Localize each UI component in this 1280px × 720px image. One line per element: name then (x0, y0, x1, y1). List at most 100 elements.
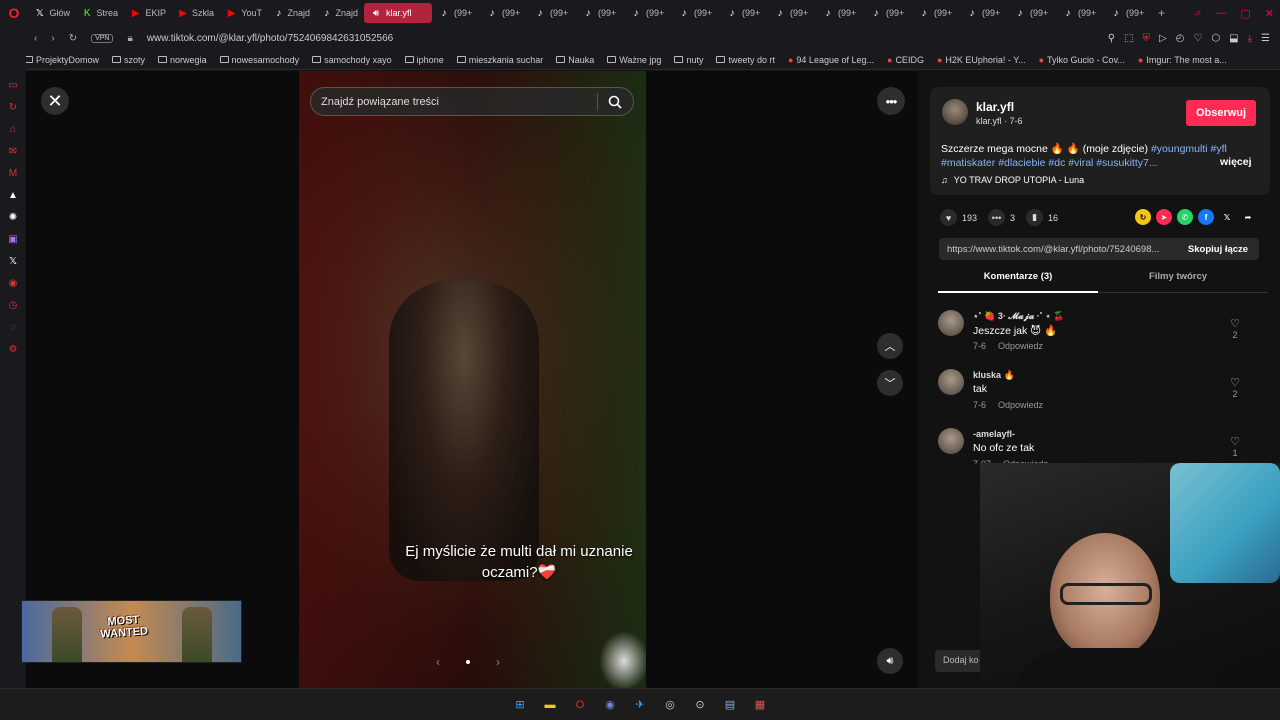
history-icon[interactable]: ↻ (6, 102, 20, 114)
tab-12[interactable]: ♪ (99+ (624, 3, 672, 23)
reply-button[interactable]: Odpowiedz (998, 400, 1043, 410)
minimize-button[interactable]: — (1215, 7, 1226, 19)
heart-icon[interactable]: ♡ (1193, 33, 1202, 44)
previous-post-button[interactable]: ︿ (877, 333, 903, 359)
app-icon[interactable]: ▦ (751, 696, 769, 714)
tab-22[interactable]: ♪ (99+ (1104, 3, 1152, 23)
file-explorer-icon[interactable]: ▬ (541, 696, 559, 714)
repost-icon[interactable]: ↻ (1135, 209, 1151, 225)
tab-creator-videos[interactable]: Filmy twórcy (1098, 271, 1258, 292)
carousel-prev-icon[interactable]: ‹ (436, 655, 440, 669)
back-icon[interactable]: ‹ (34, 33, 37, 44)
chatgpt-icon[interactable]: ✺ (6, 212, 20, 224)
hashtag-link[interactable]: #yfl (1211, 143, 1227, 155)
hashtag-link[interactable]: #dlaciebie (998, 157, 1045, 169)
pin-icon[interactable]: ⚲ (1108, 33, 1115, 44)
bookmark-item[interactable]: Ważne jpg (607, 55, 661, 65)
comment-like[interactable]: ♡ 2 (1227, 317, 1243, 340)
search-tabs-icon[interactable]: ⌕ (1195, 7, 1201, 20)
tab-6[interactable]: ♪ Znajd (316, 3, 364, 23)
tab-comments[interactable]: Komentarze (3) (938, 271, 1098, 293)
messenger-icon[interactable]: ✉ (6, 146, 20, 158)
tab-14[interactable]: ♪ (99+ (720, 3, 768, 23)
extensions-icon[interactable]: ⬡ (1211, 33, 1220, 44)
commenter-name[interactable]: kluska 🔥 (973, 370, 1015, 381)
menu-icon[interactable]: ☰ (1261, 33, 1270, 44)
next-post-button[interactable]: ﹀ (877, 370, 903, 396)
commenter-avatar[interactable] (938, 428, 964, 454)
tab-17[interactable]: ♪ (99+ (864, 3, 912, 23)
discord-icon[interactable]: ◉ (601, 696, 619, 714)
tab-1[interactable]: K Strea (76, 3, 124, 23)
whatsapp-icon[interactable]: ✆ (1177, 209, 1193, 225)
flow-icon[interactable]: ◴ (1176, 33, 1185, 44)
more-link[interactable]: więcej (1220, 156, 1252, 168)
bookmark-item[interactable]: Nauka (556, 55, 594, 65)
shield-icon[interactable]: ⛨ (1143, 33, 1151, 44)
hashtag-link[interactable]: #susukitty7... (1096, 157, 1157, 169)
bookmark-item[interactable]: tweety do rt (716, 55, 775, 65)
bookmark-item[interactable]: ● Imgur: The most a... (1138, 55, 1227, 65)
bookmark-item[interactable]: szoty (112, 55, 145, 65)
forward-icon[interactable]: › (51, 33, 54, 44)
share-arrow-icon[interactable]: ➦ (1240, 209, 1256, 225)
obs-icon[interactable]: ⊙ (691, 696, 709, 714)
tab-4[interactable]: ▶ YouT (220, 3, 268, 23)
carousel-next-icon[interactable]: › (496, 655, 500, 669)
bookmark-item[interactable]: iphone (404, 55, 444, 65)
commenter-avatar[interactable] (938, 369, 964, 395)
bookmark-item[interactable]: ● 94 League of Leg... (788, 55, 874, 65)
more-options-button[interactable]: ••• (877, 87, 905, 115)
comment-like[interactable]: ♡ 2 (1227, 376, 1243, 399)
tab-15[interactable]: ♪ (99+ (768, 3, 816, 23)
x-icon[interactable]: 𝕏 (6, 256, 20, 268)
commenter-avatar[interactable] (938, 310, 964, 336)
send-icon[interactable]: ➤ (1156, 209, 1172, 225)
reload-icon[interactable]: ↻ (69, 33, 77, 44)
bookmark-item[interactable]: nowesamochody (219, 55, 299, 65)
music-info[interactable]: ♫ YO TRAV DROP UTOPIA - Luna (941, 175, 1084, 185)
tab-2[interactable]: ▶ EKIP (124, 3, 172, 23)
download-icon[interactable]: ⤓ (1248, 33, 1252, 44)
carousel-dot[interactable] (466, 660, 470, 664)
twitch-icon[interactable]: ▣ (6, 234, 20, 246)
close-window-button[interactable]: ✕ (1265, 7, 1274, 20)
tab-11[interactable]: ♪ (99+ (576, 3, 624, 23)
tab-5[interactable]: ♪ Znajd (268, 3, 316, 23)
author-avatar[interactable] (942, 99, 968, 125)
clock-icon[interactable]: ◷ (6, 300, 20, 312)
player-sidebar-icon[interactable]: ◉ (6, 278, 20, 290)
speed-dial-icon[interactable]: ▭ (6, 80, 20, 92)
windows-start-icon[interactable]: ⊞ (511, 696, 529, 714)
steam-icon[interactable]: ◎ (661, 696, 679, 714)
hashtag-link[interactable]: #viral (1068, 157, 1093, 169)
tab-7[interactable]: 🔊︎ klar.yfl (364, 3, 432, 23)
tab-16[interactable]: ♪ (99+ (816, 3, 864, 23)
messenger-taskbar-icon[interactable]: ✈ (631, 696, 649, 714)
hashtag-link[interactable]: #matiskater (941, 157, 995, 169)
tab-10[interactable]: ♪ (99+ (528, 3, 576, 23)
url-field[interactable]: www.tiktok.com/@klar.yfl/photo/752406984… (147, 33, 393, 44)
facebook-icon[interactable]: f (1198, 209, 1214, 225)
x-share-icon[interactable]: 𝕏 (1219, 209, 1235, 225)
hashtag-link[interactable]: #youngmulti (1151, 143, 1208, 155)
tab-8[interactable]: ♪ (99+ (432, 3, 480, 23)
commenter-name[interactable]: -amelayfl- (973, 429, 1015, 439)
comment-like[interactable]: ♡ 1 (1227, 435, 1243, 458)
close-viewer-button[interactable]: ✕ (41, 87, 69, 115)
bookmark-item[interactable]: mieszkania suchar (456, 55, 543, 65)
bookmark-item[interactable]: norwegia (158, 55, 207, 65)
tab-0[interactable]: 𝕏 Głów (28, 3, 76, 23)
reply-button[interactable]: Odpowiedz (998, 341, 1043, 351)
aria-icon[interactable]: ▲ (6, 190, 20, 202)
bookmark-item[interactable]: ProjektyDomow (24, 55, 99, 65)
tab-9[interactable]: ♪ (99+ (480, 3, 528, 23)
settings-icon[interactable]: ⚙ (6, 344, 20, 356)
opera-logo-icon[interactable]: O (0, 0, 28, 26)
easy-files-icon[interactable]: ⬓ (1229, 33, 1238, 44)
player-icon[interactable]: ▷ (1159, 33, 1167, 44)
maximize-button[interactable]: ▢ (1240, 7, 1250, 20)
chat-icon[interactable]: ◌ (6, 322, 20, 334)
opera-taskbar-icon[interactable]: O (571, 696, 589, 714)
game-ad-banner[interactable]: MOST WANTED (21, 600, 242, 663)
